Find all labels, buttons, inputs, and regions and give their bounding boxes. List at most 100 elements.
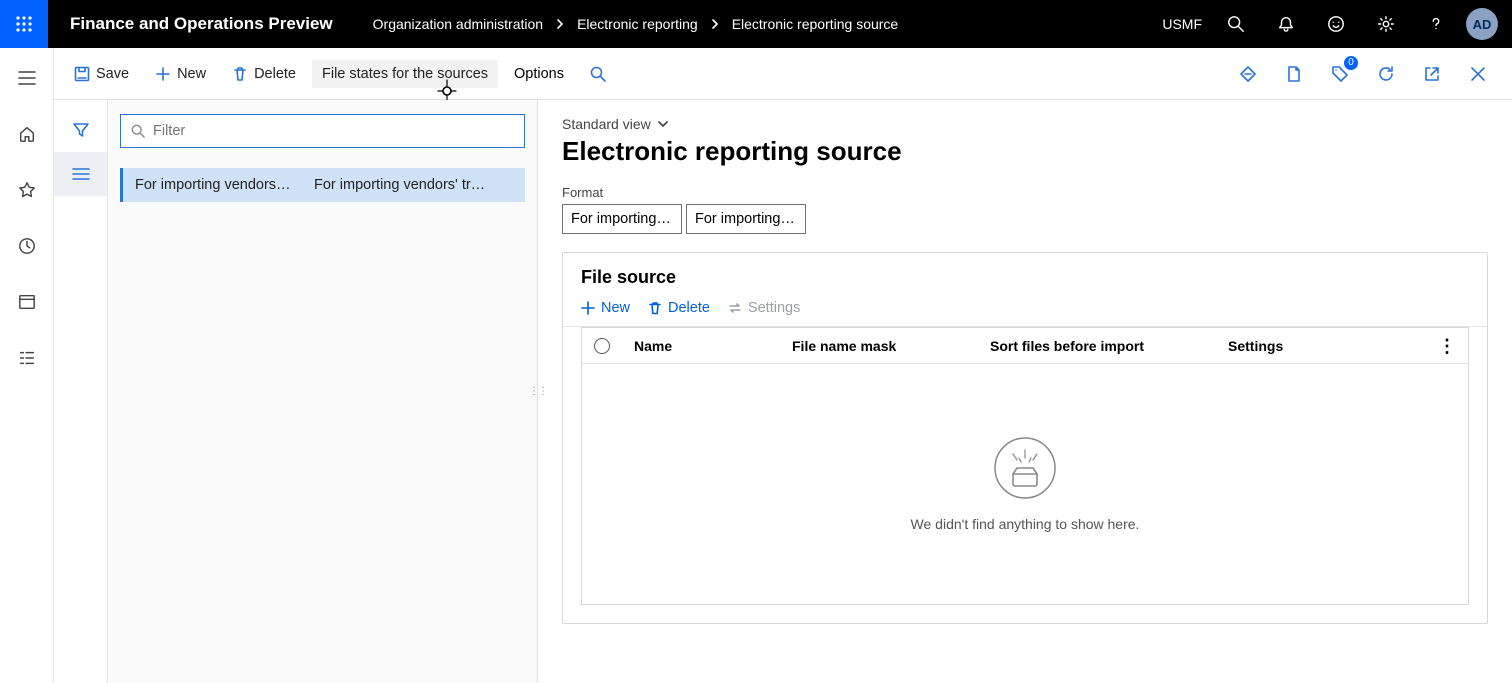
delete-button[interactable]: Delete	[222, 60, 306, 88]
breadcrumb: Organization administration Electronic r…	[373, 16, 899, 32]
diamond-icon	[1239, 65, 1257, 83]
card-new-label: New	[601, 300, 630, 316]
new-label: New	[177, 66, 206, 82]
app-title: Finance and Operations Preview	[48, 14, 355, 34]
col-name[interactable]: Name	[634, 338, 774, 354]
page-title: Electronic reporting source	[562, 136, 1488, 167]
smiley-icon	[1327, 15, 1345, 33]
breadcrumb-item[interactable]: Electronic reporting	[577, 16, 698, 32]
search-button[interactable]	[1216, 0, 1256, 48]
top-bar: Finance and Operations Preview Organizat…	[0, 0, 1512, 48]
star-icon	[18, 181, 36, 199]
attachments-button[interactable]	[1280, 60, 1308, 88]
gear-icon	[1377, 15, 1395, 33]
trash-icon	[232, 66, 248, 82]
card-settings-button[interactable]: Settings	[728, 300, 800, 316]
user-avatar[interactable]: AD	[1466, 8, 1498, 40]
breadcrumb-item[interactable]: Electronic reporting source	[732, 16, 899, 32]
main-column: Save New Delete File states for the sour…	[54, 48, 1512, 683]
format-field: For importing… For importing…	[562, 204, 1488, 234]
notification-badge: 0	[1344, 56, 1358, 70]
close-button[interactable]	[1464, 60, 1492, 88]
diamond-button[interactable]	[1234, 60, 1262, 88]
action-bar: Save New Delete File states for the sour…	[54, 48, 1512, 100]
popout-button[interactable]	[1418, 60, 1446, 88]
action-search-button[interactable]	[580, 60, 616, 88]
breadcrumb-item[interactable]: Organization administration	[373, 16, 543, 32]
format-lookup-value-secondary[interactable]: For importing…	[686, 204, 806, 234]
list-item-col2: For importing vendors' tr…	[314, 177, 513, 193]
save-button[interactable]: Save	[64, 60, 139, 88]
content-pane: Standard view Electronic reporting sourc…	[538, 100, 1512, 683]
save-icon	[74, 66, 90, 82]
workspaces-icon	[18, 293, 36, 311]
col-settings[interactable]: Settings	[1228, 338, 1418, 354]
refresh-button[interactable]	[1372, 60, 1400, 88]
card-new-button[interactable]: New	[581, 300, 630, 316]
card-delete-button[interactable]: Delete	[648, 300, 710, 316]
file-source-grid: Name File name mask Sort files before im…	[581, 327, 1469, 605]
filter-pane-button[interactable]	[54, 108, 107, 152]
help-icon	[1427, 15, 1445, 33]
new-button[interactable]: New	[145, 60, 216, 88]
recent-button[interactable]	[7, 230, 47, 262]
list-view-button[interactable]	[54, 152, 107, 196]
legal-entity[interactable]: USMF	[1162, 16, 1202, 32]
workspaces-button[interactable]	[7, 286, 47, 318]
empty-box-icon	[993, 436, 1057, 500]
left-navigation-rail	[0, 48, 54, 683]
help-button[interactable]	[1416, 0, 1456, 48]
list-item[interactable]: For importing vendors… For importing ven…	[120, 168, 525, 202]
record-list: For importing vendors… For importing ven…	[120, 168, 525, 202]
list-icon	[72, 167, 90, 181]
file-source-card: File source New Delete Settings	[562, 252, 1488, 624]
body: For importing vendors… For importing ven…	[54, 100, 1512, 683]
topbar-right: USMF AD	[1162, 0, 1512, 48]
filter-input[interactable]	[153, 123, 514, 139]
funnel-icon	[72, 121, 90, 139]
plus-icon	[155, 66, 171, 82]
list-toolstrip	[54, 100, 108, 683]
document-icon	[1286, 65, 1302, 83]
file-states-label: File states for the sources	[322, 66, 488, 82]
format-field-label: Format	[562, 185, 1488, 200]
feedback-button[interactable]	[1316, 0, 1356, 48]
splitter-handle[interactable]: ⋮⋮	[534, 374, 542, 410]
notifications-button[interactable]	[1266, 0, 1306, 48]
chevron-right-icon	[710, 19, 720, 29]
shell: Save New Delete File states for the sour…	[0, 48, 1512, 683]
card-title: File source	[563, 253, 1487, 296]
clock-icon	[18, 237, 36, 255]
filter-box[interactable]	[120, 114, 525, 148]
modules-button[interactable]	[7, 342, 47, 374]
trash-icon	[648, 301, 662, 315]
app-launcher-button[interactable]	[0, 0, 48, 48]
close-icon	[1470, 66, 1486, 82]
chevron-down-icon	[657, 118, 669, 130]
file-states-button[interactable]: File states for the sources	[312, 60, 498, 88]
delete-label: Delete	[254, 66, 296, 82]
popout-icon	[1424, 66, 1440, 82]
search-icon	[1227, 15, 1245, 33]
options-button[interactable]: Options	[504, 60, 574, 88]
actionbar-right: 0	[1234, 60, 1502, 88]
home-button[interactable]	[7, 118, 47, 150]
empty-message: We didn't find anything to show here.	[911, 516, 1140, 532]
card-toolbar: New Delete Settings	[563, 296, 1487, 327]
list-panel: For importing vendors… For importing ven…	[108, 100, 538, 683]
menu-icon	[18, 71, 36, 85]
options-label: Options	[514, 66, 564, 82]
view-label: Standard view	[562, 116, 651, 132]
col-sort[interactable]: Sort files before import	[990, 338, 1210, 354]
format-lookup-value[interactable]: For importing…	[562, 204, 682, 234]
settings-button[interactable]	[1366, 0, 1406, 48]
messages-button[interactable]: 0	[1326, 60, 1354, 88]
refresh-icon	[1377, 65, 1395, 83]
grid-header-row: Name File name mask Sort files before im…	[582, 328, 1468, 364]
select-all-checkbox[interactable]	[594, 338, 616, 354]
hamburger-button[interactable]	[7, 62, 47, 94]
favorites-button[interactable]	[7, 174, 47, 206]
col-file-name-mask[interactable]: File name mask	[792, 338, 972, 354]
list-item-col1: For importing vendors…	[135, 177, 300, 193]
view-selector[interactable]: Standard view	[562, 116, 1488, 132]
